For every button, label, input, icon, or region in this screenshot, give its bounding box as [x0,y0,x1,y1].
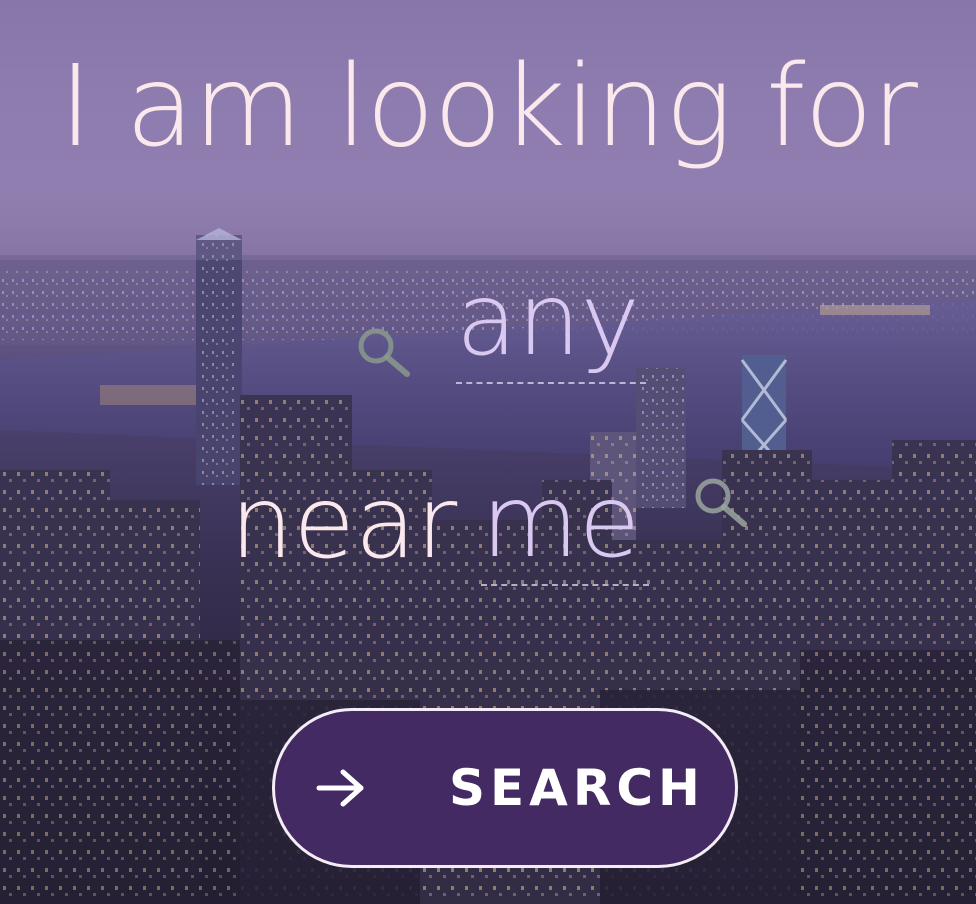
where-input[interactable] [481,458,650,586]
near-label: near [230,464,458,581]
search-icon [689,472,751,534]
search-page: I am looking for near SEARCH [0,0,976,904]
what-input[interactable] [456,256,646,384]
what-search-field [352,256,646,384]
page-headline: I am looking for [59,42,918,172]
search-button[interactable]: SEARCH [272,708,738,868]
search-icon [352,322,414,384]
arrow-right-icon [315,766,367,810]
search-button-label: SEARCH [449,759,705,817]
where-search-field: near [230,450,751,586]
